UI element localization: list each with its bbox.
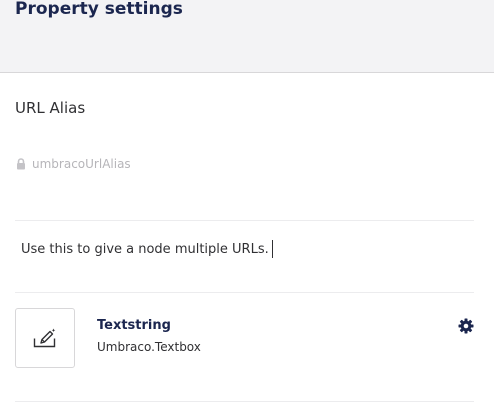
property-name[interactable]: URL Alias xyxy=(15,99,85,117)
gear-icon[interactable] xyxy=(458,318,474,334)
divider xyxy=(15,401,474,402)
property-alias[interactable]: umbracoUrlAlias xyxy=(16,156,131,172)
property-editor-picker[interactable] xyxy=(15,308,75,368)
property-alias-text[interactable]: umbracoUrlAlias xyxy=(32,157,131,171)
panel-header: Property settings xyxy=(0,0,494,73)
edit-icon xyxy=(33,328,56,348)
property-editor-alias: Umbraco.Textbox xyxy=(97,340,201,354)
lock-icon[interactable] xyxy=(16,158,26,170)
property-description-field[interactable]: Use this to give a node multiple URLs. xyxy=(21,240,273,258)
property-editor-name: Textstring xyxy=(97,318,171,333)
text-cursor xyxy=(271,240,273,258)
page-title: Property settings xyxy=(15,0,183,19)
divider xyxy=(15,292,474,293)
property-description-text[interactable]: Use this to give a node multiple URLs. xyxy=(21,242,269,257)
divider xyxy=(15,220,474,221)
